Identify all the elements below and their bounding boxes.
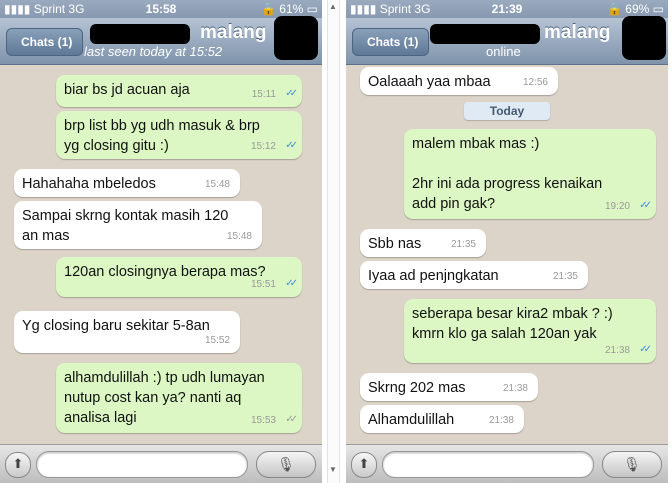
message-bubble[interactable]: seberapa besar kira2 mbak ? :) kmrn klo … (404, 299, 656, 363)
battery-icon: ▭ (303, 2, 318, 16)
double-check-icon: ✓✓ (639, 200, 652, 211)
contact-name[interactable]: malang (544, 22, 611, 44)
message-time: 21:35 (450, 239, 476, 250)
message-time: 12:56 (522, 77, 548, 88)
message-bubble[interactable]: brp list bb yg udh masuk & brp yg closin… (56, 111, 302, 159)
avatar-redacted[interactable] (274, 16, 318, 60)
message-bubble[interactable]: Alhamdulillah 21:38 (360, 405, 524, 433)
message-text: Yg closing baru sekitar 5-8an (22, 318, 210, 334)
message-time: 21:38 (502, 383, 528, 394)
back-button-chats[interactable]: Chats (1) (352, 28, 430, 56)
contact-name[interactable]: malang (200, 22, 267, 44)
redacted-name (90, 24, 190, 44)
message-bubble[interactable]: Sampai skrng kontak masih 120 an mas 15:… (14, 201, 262, 249)
message-bubble[interactable]: Sbb nas 21:35 (360, 229, 486, 257)
redacted-name (430, 24, 540, 44)
lock-icon: 🔒 (261, 2, 280, 16)
message-text: seberapa besar kira2 mbak ? :) kmrn klo … (412, 306, 613, 342)
compose-bar: ⬆ 🎙 (346, 444, 668, 483)
conversation-header: Chats (1) malang last seen today at 15:5… (0, 16, 322, 65)
message-time: 15:52 (204, 335, 230, 346)
status-bar: ▮▮▮▮ Sprint 3G 15:58 🔒 61% ▭ (0, 0, 322, 18)
message-input[interactable] (36, 451, 248, 478)
double-check-icon: ✓✓ (285, 140, 298, 151)
message-bubble[interactable]: Skrng 202 mas 21:38 (360, 373, 538, 401)
message-bubble[interactable]: Yg closing baru sekitar 5-8an 15:52 (14, 311, 240, 353)
chat-screen-right: ▮▮▮▮ Sprint 3G 21:39 🔒 69% ▭ Chats (1) m… (346, 0, 668, 483)
message-bubble[interactable]: alhamdulillah :) tp udh lumayan nutup co… (56, 363, 302, 433)
message-time: 19:20 (604, 201, 630, 212)
message-time: 15:12 (250, 141, 276, 152)
message-bubble[interactable]: malem mbak mas :) 2hr ini ada progress k… (404, 129, 656, 219)
message-time: 15:51 (250, 279, 276, 290)
message-input[interactable] (382, 451, 594, 478)
last-seen-status: last seen today at 15:52 (84, 44, 223, 59)
compose-bar: ⬆ 🎙 (0, 444, 322, 483)
message-bubble[interactable]: biar bs jd acuan aja 15:11 ✓✓ (56, 75, 302, 107)
double-check-icon: ✓✓ (285, 88, 298, 99)
message-time: 15:48 (204, 179, 230, 190)
day-separator: Today (464, 102, 550, 120)
scrollbar[interactable] (327, 0, 340, 483)
microphone-icon[interactable]: 🎙 (256, 451, 316, 478)
upload-arrow-icon[interactable]: ⬆ (5, 452, 31, 478)
message-time: 21:35 (552, 271, 578, 282)
lock-icon: 🔒 (607, 2, 626, 16)
double-check-icon: ✓✓ (639, 344, 652, 355)
conversation-header: Chats (1) malang online (346, 16, 668, 65)
avatar-redacted[interactable] (622, 16, 666, 60)
message-bubble[interactable]: Iyaa ad penjngkatan 21:35 (360, 261, 588, 289)
message-text: Sampai skrng kontak masih 120 an mas (22, 208, 229, 244)
chat-screen-left: ▮▮▮▮ Sprint 3G 15:58 🔒 61% ▭ Chats (1) m… (0, 0, 322, 483)
status-bar: ▮▮▮▮ Sprint 3G 21:39 🔒 69% ▭ (346, 0, 668, 18)
message-text: Iyaa ad penjngkatan (368, 268, 499, 284)
online-status: online (486, 44, 521, 59)
double-check-icon: ✓✓ (285, 278, 298, 289)
message-list[interactable]: Oalaaah yaa mbaa 12:56 Today malem mbak … (346, 65, 668, 445)
message-bubble[interactable]: Oalaaah yaa mbaa 12:56 (360, 67, 558, 95)
message-time: 21:38 (488, 415, 514, 426)
message-time: 21:38 (604, 345, 630, 356)
message-time: 15:48 (226, 231, 252, 242)
scroll-down-arrow-icon[interactable]: ▼ (329, 465, 337, 474)
microphone-icon[interactable]: 🎙 (602, 451, 662, 478)
message-bubble[interactable]: Hahahaha mbeledos 15:48 (14, 169, 240, 197)
battery-icon: ▭ (649, 2, 664, 16)
message-text: Hahahaha mbeledos (22, 176, 156, 192)
window-gutter: ▲ ▼ (322, 0, 346, 483)
scroll-up-arrow-icon[interactable]: ▲ (329, 2, 337, 11)
message-time: 15:11 (251, 89, 276, 100)
back-button-chats[interactable]: Chats (1) (6, 28, 84, 56)
message-bubble[interactable]: 120an closingnya berapa mas? 15:51 ✓✓ (56, 257, 302, 297)
message-time: 15:53 (250, 415, 276, 426)
double-check-icon: ✓✓ (285, 414, 298, 425)
message-list[interactable]: biar bs jd acuan aja 15:11 ✓✓ brp list b… (0, 65, 322, 445)
upload-arrow-icon[interactable]: ⬆ (351, 452, 377, 478)
